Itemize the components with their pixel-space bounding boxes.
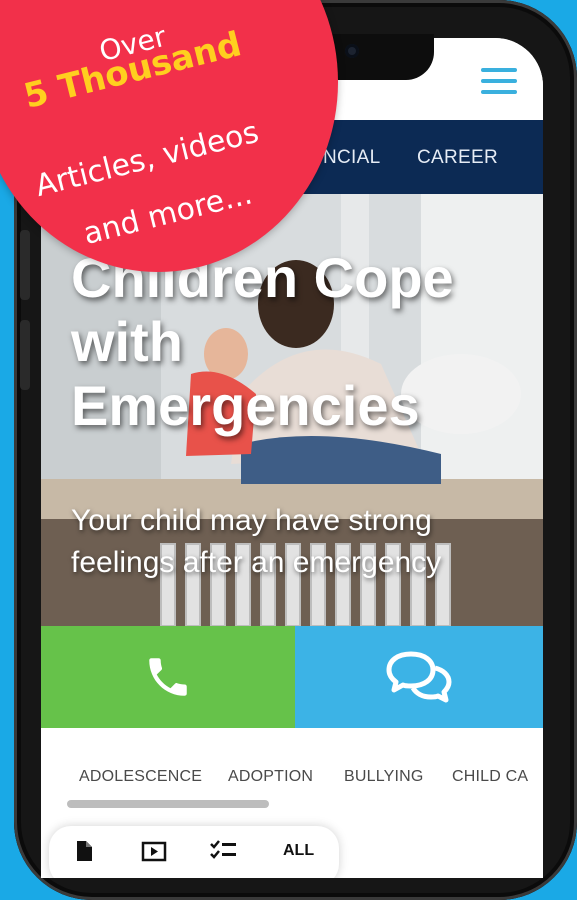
scrollbar-thumb[interactable] xyxy=(67,800,269,808)
content-type-filter: ALL xyxy=(49,826,339,878)
category-adoption[interactable]: ADOPTION xyxy=(228,768,313,786)
category-list: ADOLESCENCE ADOPTION BULLYING CHILD CA xyxy=(41,768,543,792)
hero-title-line: Emergencies xyxy=(71,374,420,437)
hero-title-line: with xyxy=(71,310,183,373)
front-camera xyxy=(345,44,359,58)
phone-volume-down xyxy=(20,320,30,390)
category-adolescence[interactable]: ADOLESCENCE xyxy=(79,768,202,786)
chat-bubbles-icon xyxy=(386,651,452,703)
category-strip: ADOLESCENCE ADOPTION BULLYING CHILD CA A… xyxy=(41,728,543,878)
call-button[interactable] xyxy=(41,626,295,728)
filter-all[interactable]: ALL xyxy=(283,842,314,860)
hero-subtitle: Your child may have strong feelings afte… xyxy=(71,504,442,579)
hero-title: Children Cope with Emergencies xyxy=(71,246,531,438)
chat-button[interactable] xyxy=(295,626,543,728)
nav-item-financial[interactable]: NCIAL xyxy=(323,147,380,169)
phone-icon xyxy=(149,658,187,696)
category-child-care[interactable]: CHILD CA xyxy=(452,768,528,786)
nav-item-career[interactable]: CAREER xyxy=(417,147,498,169)
category-bullying[interactable]: BULLYING xyxy=(344,768,424,786)
category-scrollbar[interactable] xyxy=(67,800,527,808)
hamburger-icon[interactable] xyxy=(481,68,517,94)
phone-volume-up xyxy=(20,230,30,300)
